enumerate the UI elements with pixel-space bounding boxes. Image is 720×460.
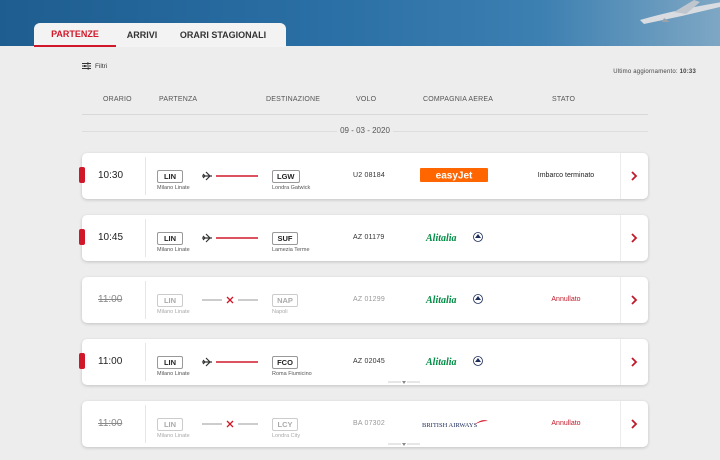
- flight-time: 11:00: [98, 294, 123, 305]
- header-destination: DESTINAZIONE: [266, 96, 321, 103]
- airplane-image: [640, 0, 720, 24]
- row-divider-right: [620, 339, 621, 385]
- alitalia-logo: Alitalia: [425, 356, 483, 368]
- header-status: STATO: [552, 96, 576, 103]
- expand-icon[interactable]: [388, 443, 420, 449]
- expand-icon[interactable]: [388, 381, 420, 387]
- departure-code: LIN: [157, 232, 183, 245]
- alitalia-logo: Alitalia: [425, 232, 483, 244]
- filter-icon: [82, 62, 91, 70]
- tab-partenze[interactable]: PARTENZE: [34, 23, 116, 47]
- flight-time: 11:00: [98, 418, 123, 429]
- row-divider: [145, 157, 146, 195]
- tab-arrivi[interactable]: ARRIVI: [116, 23, 168, 47]
- departure-name: Milano Linate: [157, 433, 190, 439]
- british-airways-logo: BRITISH AIRWAYS: [422, 420, 488, 429]
- easyjet-logo: easyJet: [420, 168, 488, 182]
- filters-button[interactable]: Filtri: [82, 62, 107, 70]
- date-label: 09 - 03 - 2020: [340, 126, 390, 135]
- header-airline: COMPAGNIA AEREA: [423, 96, 494, 103]
- flight-row[interactable]: 11:00 LIN Milano Linate LCY Londra City …: [82, 401, 648, 447]
- row-divider-right: [620, 277, 621, 323]
- departure-code: LIN: [157, 356, 183, 369]
- flight-time: 11:00: [98, 356, 123, 367]
- flight-number: AZ 01299: [353, 296, 385, 303]
- route-cancelled-icon: [202, 296, 258, 304]
- flight-row[interactable]: 10:30 LIN Milano Linate LGW Londra Gatwi…: [79, 153, 648, 199]
- row-divider-right: [620, 401, 621, 447]
- alitalia-logo: Alitalia: [425, 294, 483, 306]
- arrival-name: Londra City: [272, 433, 301, 439]
- departure-name: Milano Linate: [157, 185, 190, 191]
- departure-name: Milano Linate: [157, 371, 190, 377]
- departure-name: Milano Linate: [157, 309, 190, 315]
- easyjet-logo-text: easyJet: [436, 171, 473, 182]
- route-plane-icon: [202, 171, 258, 181]
- arrival-name: Londra Gatwick: [272, 185, 311, 191]
- arrival-code: SUF: [272, 232, 298, 245]
- row-marker: [79, 353, 85, 369]
- row-marker: [79, 167, 85, 183]
- flight-time: 10:30: [98, 170, 124, 181]
- chevron-right-icon[interactable]: [630, 357, 638, 367]
- last-update-time: 10:33: [679, 69, 696, 75]
- last-update-label: Ultimo aggiornamento:: [613, 69, 678, 75]
- departure-code: LIN: [157, 170, 183, 183]
- chevron-right-icon[interactable]: [630, 233, 638, 243]
- flight-number: AZ 01179: [353, 234, 385, 241]
- row-divider: [145, 219, 146, 257]
- row-marker: [79, 229, 85, 245]
- flight-status: Imbarco terminato: [537, 172, 595, 179]
- table-header: ORARIO PARTENZA DESTINAZIONE VOLO COMPAG…: [0, 96, 720, 106]
- arrival-name: Lamezia Terme: [272, 247, 310, 253]
- departure-code: LIN: [157, 418, 183, 431]
- flight-number: U2 08184: [353, 172, 385, 179]
- arrival-name: Roma Fiumicino: [272, 371, 312, 377]
- flight-row[interactable]: 11:00 LIN Milano Linate NAP Napoli AZ 01…: [82, 277, 648, 323]
- arrival-code: LGW: [272, 170, 300, 183]
- date-separator: 09 - 03 - 2020: [82, 126, 648, 135]
- alitalia-logo-text: Alitalia: [425, 295, 457, 306]
- filters-label: Filtri: [95, 62, 108, 70]
- header-flight: VOLO: [356, 96, 377, 103]
- tab-orari-stagionali[interactable]: ORARI STAGIONALI: [168, 23, 278, 47]
- tab-bar: PARTENZE ARRIVI ORARI STAGIONALI: [34, 23, 286, 47]
- departure-code: LIN: [157, 294, 183, 307]
- alitalia-logo-text: Alitalia: [425, 357, 457, 368]
- alitalia-logo-text: Alitalia: [425, 233, 457, 244]
- last-update: Ultimo aggiornamento: 10:33: [613, 69, 696, 75]
- arrival-code: FCO: [272, 356, 298, 369]
- flight-row[interactable]: 11:00 LIN Milano Linate FCO Roma Fiumici…: [79, 339, 648, 387]
- flight-status: Annullato: [551, 420, 581, 427]
- flight-status: Annullato: [551, 296, 581, 303]
- route-plane-icon: [202, 233, 258, 243]
- arrival-code: LCY: [272, 418, 298, 431]
- row-divider: [145, 343, 146, 381]
- row-divider: [145, 405, 146, 443]
- flight-number: AZ 02045: [353, 358, 385, 365]
- header-departure: PARTENZA: [159, 96, 198, 103]
- flight-number: BA 07302: [353, 420, 385, 427]
- chevron-right-icon[interactable]: [630, 295, 638, 305]
- flight-row[interactable]: 10:45 LIN Milano Linate SUF Lamezia Term…: [79, 215, 648, 261]
- header-time: ORARIO: [103, 96, 132, 103]
- flight-time: 10:45: [98, 232, 124, 243]
- chevron-right-icon[interactable]: [630, 171, 638, 181]
- chevron-right-icon[interactable]: [630, 419, 638, 429]
- route-plane-icon: [202, 357, 258, 367]
- route-cancelled-icon: [202, 420, 258, 428]
- arrival-name: Napoli: [272, 309, 288, 315]
- departure-name: Milano Linate: [157, 247, 190, 253]
- row-divider-right: [620, 215, 621, 261]
- row-divider: [145, 281, 146, 319]
- arrival-code: NAP: [272, 294, 298, 307]
- ba-logo-text: BRITISH AIRWAYS: [422, 422, 478, 429]
- header-divider: [82, 114, 648, 115]
- row-divider-right: [620, 153, 621, 199]
